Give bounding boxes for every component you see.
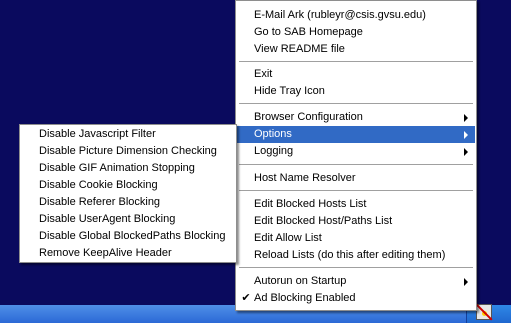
- submenu-arrow-icon: [464, 278, 468, 286]
- menu-item-label: Ad Blocking Enabled: [254, 292, 356, 304]
- checkmark-icon: ✔: [241, 292, 251, 304]
- menu-item-view-readme[interactable]: View README file: [237, 41, 475, 58]
- submenu-arrow-icon: [464, 131, 468, 139]
- option-disable-gif-animation-stopping[interactable]: Disable GIF Animation Stopping: [21, 160, 235, 177]
- menu-separator: [239, 164, 473, 166]
- tray-context-menu: E-Mail Ark (rubleyr@csis.gvsu.edu) Go to…: [235, 0, 477, 311]
- option-disable-picture-dimension-checking[interactable]: Disable Picture Dimension Checking: [21, 143, 235, 160]
- submenu-arrow-icon: [464, 148, 468, 156]
- menu-item-edit-blocked-hosts[interactable]: Edit Blocked Hosts List: [237, 196, 475, 213]
- menu-item-label: Autorun on Startup: [254, 275, 347, 287]
- menu-item-email[interactable]: E-Mail Ark (rubleyr@csis.gvsu.edu): [237, 7, 475, 24]
- menu-item-autorun-on-startup[interactable]: Autorun on Startup: [237, 273, 475, 290]
- option-disable-javascript-filter[interactable]: Disable Javascript Filter: [21, 126, 235, 143]
- option-disable-global-blockedpaths-blocking[interactable]: Disable Global BlockedPaths Blocking: [21, 228, 235, 245]
- menu-item-browser-configuration[interactable]: Browser Configuration: [237, 109, 475, 126]
- menu-item-hide-tray-icon[interactable]: Hide Tray Icon: [237, 83, 475, 100]
- option-remove-keepalive-header[interactable]: Remove KeepAlive Header: [21, 245, 235, 262]
- option-disable-useragent-blocking[interactable]: Disable UserAgent Blocking: [21, 211, 235, 228]
- options-submenu: Disable Javascript Filter Disable Pictur…: [19, 124, 237, 263]
- menu-separator: [239, 61, 473, 63]
- menu-separator: [239, 190, 473, 192]
- menu-separator: [239, 103, 473, 105]
- menu-item-label: Logging: [254, 145, 294, 157]
- menu-item-host-name-resolver[interactable]: Host Name Resolver: [237, 170, 475, 187]
- option-disable-referer-blocking[interactable]: Disable Referer Blocking: [21, 194, 235, 211]
- menu-item-label: Browser Configuration: [254, 111, 363, 123]
- ad-blocker-tray-icon[interactable]: [476, 304, 492, 320]
- menu-item-exit[interactable]: Exit: [237, 66, 475, 83]
- menu-item-go-homepage[interactable]: Go to SAB Homepage: [237, 24, 475, 41]
- menu-item-logging[interactable]: Logging: [237, 143, 475, 160]
- menu-item-ad-blocking-enabled[interactable]: ✔ Ad Blocking Enabled: [237, 290, 475, 307]
- menu-item-label: Options: [254, 128, 292, 140]
- option-disable-cookie-blocking[interactable]: Disable Cookie Blocking: [21, 177, 235, 194]
- menu-item-edit-allow-list[interactable]: Edit Allow List: [237, 230, 475, 247]
- menu-item-reload-lists[interactable]: Reload Lists (do this after editing them…: [237, 247, 475, 264]
- submenu-arrow-icon: [464, 114, 468, 122]
- menu-separator: [239, 267, 473, 269]
- menu-item-options[interactable]: Options: [237, 126, 475, 143]
- menu-item-edit-blocked-paths[interactable]: Edit Blocked Host/Paths List: [237, 213, 475, 230]
